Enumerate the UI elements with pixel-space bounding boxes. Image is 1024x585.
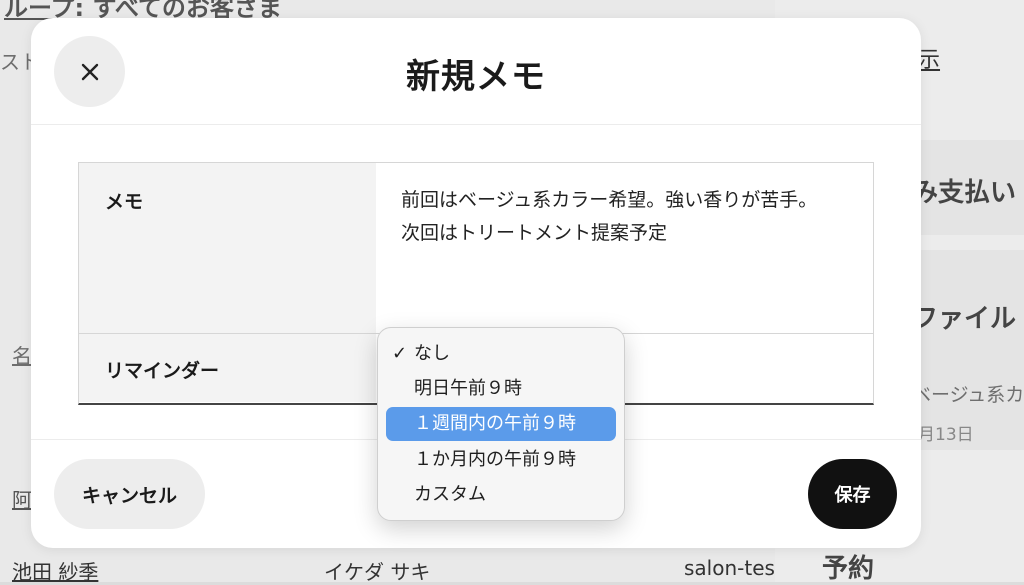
option-label: １か月内の午前９時 [414, 449, 576, 470]
reminder-dropdown-menu: ✓ なし 明日午前９時 １週間内の午前９時 １か月内の午前９時 カスタム [377, 327, 625, 521]
option-label: なし [414, 343, 450, 364]
reminder-label-cell: リマインダー [79, 334, 376, 402]
memo-label: メモ [105, 191, 144, 213]
memo-row: メモ 前回はベージュ系カラー希望。強い香りが苦手。次回はトリートメント提案予定 [79, 163, 873, 334]
option-label: 明日午前９時 [414, 378, 522, 399]
save-button[interactable]: 保存 [808, 459, 897, 529]
option-label: カスタム [414, 484, 486, 505]
reminder-label: リマインダー [105, 360, 220, 382]
reminder-option-custom[interactable]: カスタム [386, 478, 616, 512]
modal-title: 新規メモ [406, 57, 546, 97]
reminder-option-tomorrow[interactable]: 明日午前９時 [386, 372, 616, 406]
checkmark-icon: ✓ [392, 343, 408, 364]
memo-textarea[interactable]: 前回はベージュ系カラー希望。強い香りが苦手。次回はトリートメント提案予定 [401, 184, 831, 250]
memo-label-cell: メモ [79, 163, 376, 333]
header-divider [31, 124, 921, 125]
reminder-option-none[interactable]: ✓ なし [386, 337, 616, 371]
reminder-option-month[interactable]: １か月内の午前９時 [386, 443, 616, 477]
option-label: １週間内の午前９時 [414, 413, 576, 434]
cancel-button[interactable]: キャンセル [54, 459, 205, 529]
reminder-option-week[interactable]: １週間内の午前９時 [386, 407, 616, 441]
